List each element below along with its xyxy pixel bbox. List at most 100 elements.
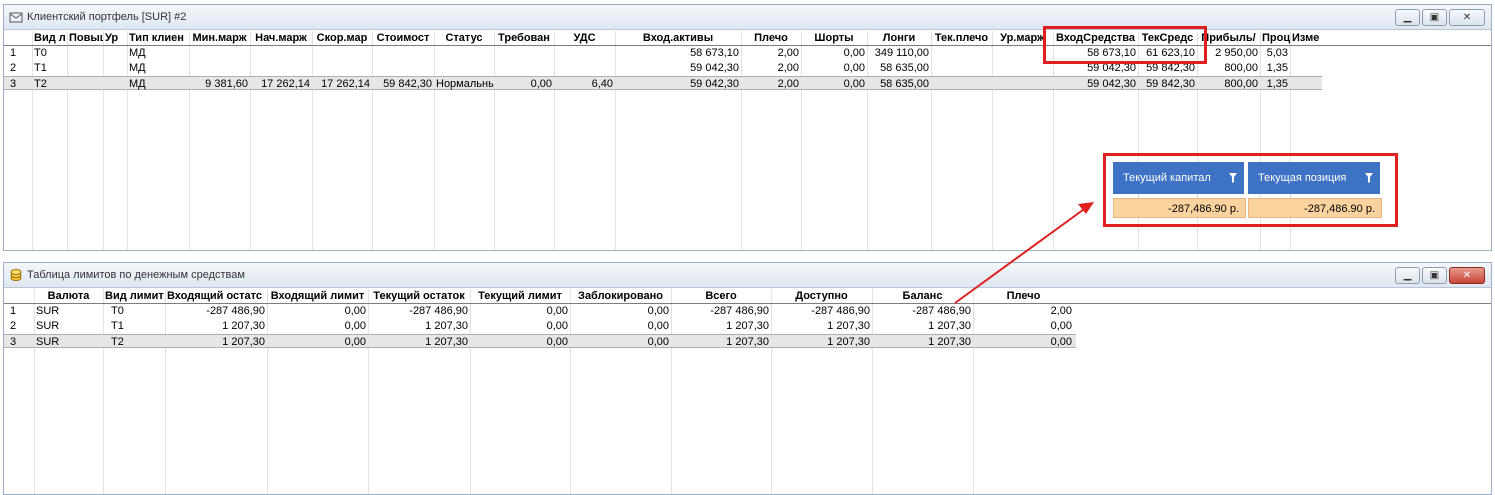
table-cell[interactable]: 1 207,30: [165, 319, 267, 333]
table-cell[interactable]: 1,35: [1260, 77, 1290, 91]
column-header[interactable]: Баланс: [872, 289, 973, 303]
table-cell[interactable]: 0,00: [470, 304, 570, 318]
table-cell[interactable]: 59 042,30: [615, 61, 741, 75]
column-header[interactable]: Текущий лимит: [470, 289, 570, 303]
table-cell[interactable]: 1 207,30: [671, 335, 771, 349]
table-cell[interactable]: 2,00: [741, 77, 801, 91]
table-row[interactable]: 3 SUR T2 1 207,30 0,00 1 207,30 0,00 0,00 1 207,…: [4, 334, 1076, 348]
table-cell[interactable]: 349 110,00: [867, 46, 931, 60]
table-cell[interactable]: 0,00: [267, 319, 368, 333]
table-cell[interactable]: 0,00: [267, 335, 368, 349]
column-header[interactable]: Плечо: [741, 31, 801, 45]
table-cell[interactable]: 2,00: [973, 304, 1074, 318]
table-cell[interactable]: 0,00: [470, 335, 570, 349]
table-cell[interactable]: 58 635,00: [867, 77, 931, 91]
current-position-header[interactable]: Текущая позиция: [1248, 162, 1382, 194]
table-row[interactable]: 3 T2 МД 9 381,60 17 262,14 17 262,14 59 842,30…: [4, 76, 1322, 90]
close-button[interactable]: ✕: [1449, 9, 1485, 26]
maximize-button[interactable]: ▣: [1422, 9, 1447, 26]
table-cell[interactable]: 59 042,30: [1053, 77, 1138, 91]
table-cell[interactable]: -287 486,90: [165, 304, 267, 318]
table-cell[interactable]: 0,00: [570, 319, 671, 333]
table-cell[interactable]: Нормальны: [434, 77, 494, 91]
table-cell[interactable]: 0,00: [801, 61, 867, 75]
table-cell[interactable]: 1 207,30: [671, 319, 771, 333]
client-portfolio-titlebar[interactable]: Клиентский портфель [SUR] #2 ▁ ▣ ✕: [4, 5, 1491, 30]
column-header[interactable]: Заблокировано: [570, 289, 671, 303]
column-header[interactable]: Скор.мар: [312, 31, 372, 45]
table-cell[interactable]: 1 207,30: [872, 335, 973, 349]
column-header[interactable]: Изме: [1290, 31, 1321, 45]
table-cell[interactable]: 0,00: [973, 319, 1074, 333]
column-header[interactable]: Валюта: [34, 289, 103, 303]
table-cell[interactable]: 17 262,14: [250, 77, 312, 91]
table-cell[interactable]: T1: [32, 61, 67, 75]
table-cell[interactable]: T2: [109, 335, 171, 349]
table-cell[interactable]: 0,00: [570, 335, 671, 349]
column-header[interactable]: Стоимост: [372, 31, 434, 45]
column-header[interactable]: Вид л: [32, 31, 67, 45]
column-header[interactable]: Всего: [671, 289, 771, 303]
column-header[interactable]: Плечо: [973, 289, 1074, 303]
table-cell[interactable]: T1: [109, 319, 171, 333]
table-cell[interactable]: 58 673,10: [615, 46, 741, 60]
table-cell[interactable]: 9 381,60: [189, 77, 250, 91]
column-header[interactable]: Повыш: [67, 31, 103, 45]
filter-icon[interactable]: [1364, 172, 1374, 184]
table-cell[interactable]: МД: [127, 61, 189, 75]
column-header[interactable]: Мин.марж: [189, 31, 250, 45]
table-cell[interactable]: T0: [32, 46, 67, 60]
minimize-button[interactable]: ▁: [1395, 267, 1420, 284]
column-header[interactable]: Шорты: [801, 31, 867, 45]
table-cell[interactable]: 5,03: [1260, 46, 1290, 60]
table-cell[interactable]: -287 486,90: [872, 304, 973, 318]
column-header[interactable]: Текущий остаток: [368, 289, 470, 303]
table-row[interactable]: 1 SUR T0 -287 486,90 0,00 -287 486,90 0,00 0,00…: [4, 304, 1076, 318]
table-cell[interactable]: T0: [109, 304, 171, 318]
table-cell[interactable]: 1 207,30: [165, 335, 267, 349]
table-cell[interactable]: 0,00: [494, 77, 554, 91]
table-cell[interactable]: 59 042,30: [615, 77, 741, 91]
minimize-button[interactable]: ▁: [1395, 9, 1420, 26]
column-header[interactable]: Проц: [1260, 31, 1290, 45]
table-cell[interactable]: 2,00: [741, 61, 801, 75]
table-cell[interactable]: SUR: [34, 304, 103, 318]
table-cell[interactable]: 2,00: [741, 46, 801, 60]
table-cell[interactable]: SUR: [34, 319, 103, 333]
table-cell[interactable]: T2: [32, 77, 67, 91]
table-cell[interactable]: 800,00: [1197, 77, 1260, 91]
table-cell[interactable]: SUR: [34, 335, 103, 349]
column-header[interactable]: Входящий лимит: [267, 289, 368, 303]
column-header[interactable]: Тип клиен: [127, 31, 189, 45]
table-cell[interactable]: 0,00: [801, 46, 867, 60]
table-cell[interactable]: 1 207,30: [771, 319, 872, 333]
money-limits-table[interactable]: Валюта Вид лимит Входящий остатс Входящий л…: [4, 289, 1491, 494]
table-cell[interactable]: 0,00: [973, 335, 1074, 349]
filter-icon[interactable]: [1228, 172, 1238, 184]
column-header[interactable]: Тек.плечо: [931, 31, 992, 45]
money-limits-titlebar[interactable]: Таблица лимитов по денежным средствам ▁ …: [4, 263, 1491, 288]
table-cell[interactable]: 59 842,30: [372, 77, 434, 91]
column-header[interactable]: Доступно: [771, 289, 872, 303]
table-row[interactable]: 2 SUR T1 1 207,30 0,00 1 207,30 0,00 0,00 1 207,…: [4, 319, 1076, 333]
close-button[interactable]: ✕: [1449, 267, 1485, 284]
table-cell[interactable]: 1 207,30: [771, 335, 872, 349]
column-header[interactable]: Лонги: [867, 31, 931, 45]
table-cell[interactable]: 1 207,30: [368, 319, 470, 333]
table-cell[interactable]: 1 207,30: [872, 319, 973, 333]
table-cell[interactable]: -287 486,90: [771, 304, 872, 318]
column-header[interactable]: Нач.марж: [250, 31, 312, 45]
table-cell[interactable]: МД: [127, 77, 189, 91]
table-cell[interactable]: МД: [127, 46, 189, 60]
maximize-button[interactable]: ▣: [1422, 267, 1447, 284]
table-cell[interactable]: 58 635,00: [867, 61, 931, 75]
table-cell[interactable]: 17 262,14: [312, 77, 372, 91]
table-cell[interactable]: 6,40: [554, 77, 615, 91]
table-cell[interactable]: 0,00: [570, 304, 671, 318]
column-header[interactable]: Вход.активы: [615, 31, 741, 45]
table-cell[interactable]: 0,00: [470, 319, 570, 333]
table-cell[interactable]: 59 842,30: [1138, 77, 1197, 91]
column-header[interactable]: Требован: [494, 31, 554, 45]
table-cell[interactable]: -287 486,90: [671, 304, 771, 318]
table-cell[interactable]: -287 486,90: [368, 304, 470, 318]
